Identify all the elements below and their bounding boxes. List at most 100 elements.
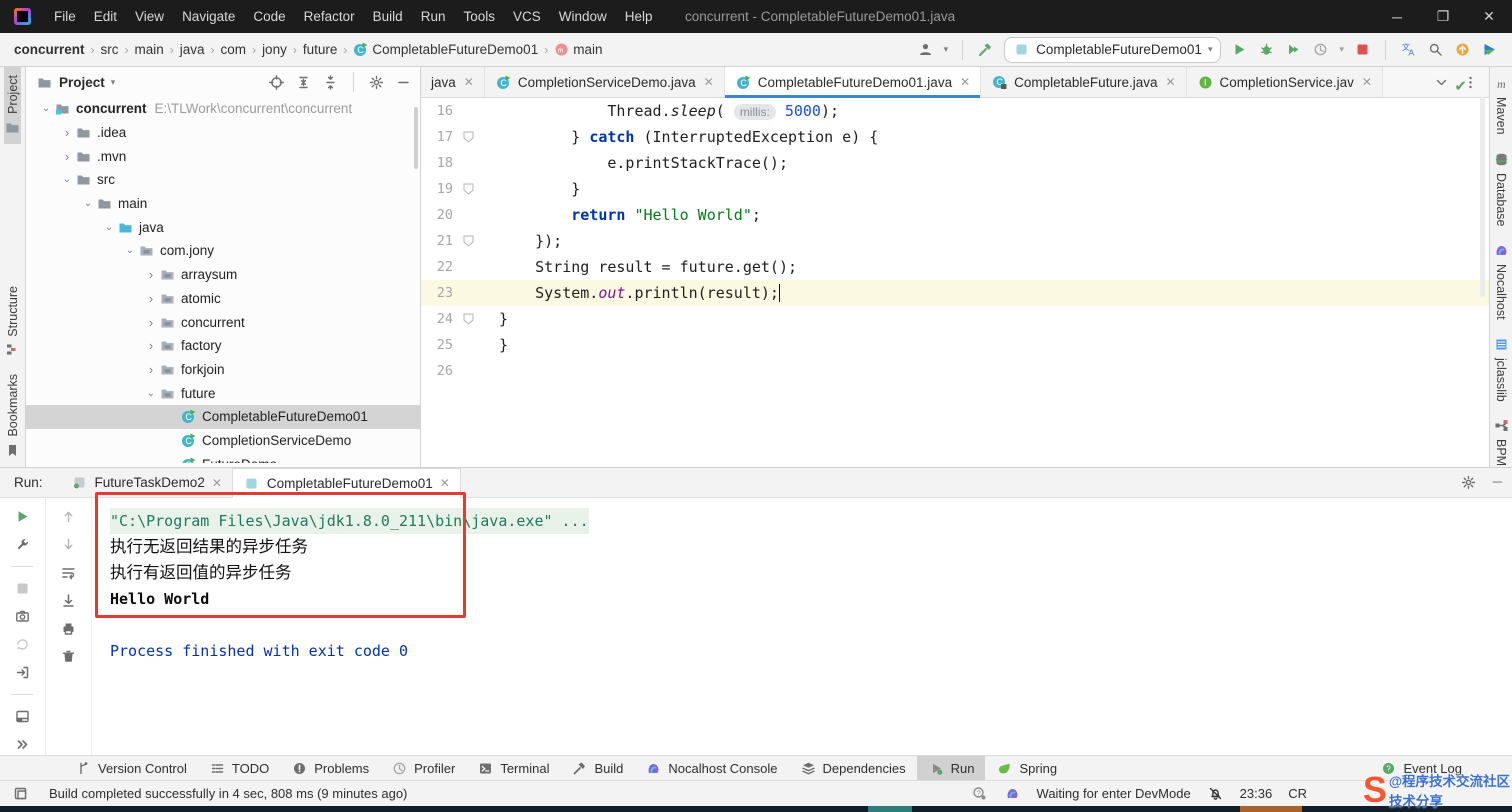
run-tab-futuretaskdemo2[interactable]: FutureTaskDemo2 ✕ (61, 468, 232, 498)
code-editor[interactable]: 16 Thread.sleep( millis: 5000); 17 } catc… (421, 98, 1489, 467)
menu-code[interactable]: Code (244, 0, 294, 33)
menu-build[interactable]: Build (364, 0, 412, 33)
menu-view[interactable]: View (126, 0, 173, 33)
code-line-23[interactable]: 23 System.out.println(result); (421, 280, 1489, 306)
tree-item-concurrent[interactable]: ⌄ concurrent E:\TLWork\concurrent\concurre… (26, 97, 420, 121)
tool-stripe-tab-jclasslib[interactable]: jclasslib (1493, 328, 1510, 410)
breadcrumb-item-future[interactable]: future (303, 42, 338, 57)
user-icon[interactable] (917, 41, 934, 58)
debug-icon[interactable] (1258, 41, 1275, 58)
toolwindow-button-todo[interactable]: TODO (198, 756, 280, 781)
tool-window-toggle-icon[interactable] (12, 785, 29, 802)
exit-icon[interactable] (14, 664, 31, 681)
tree-chevron-icon[interactable]: › (143, 362, 159, 377)
clear-icon[interactable] (60, 648, 77, 665)
code-line-18[interactable]: 18 e.printStackTrace(); (421, 150, 1489, 176)
thread-dump-icon[interactable] (14, 608, 31, 625)
tree-chevron-icon[interactable]: ⌄ (101, 222, 117, 233)
breadcrumb-item-main[interactable]: m main (554, 42, 602, 57)
menu-navigate[interactable]: Navigate (173, 0, 244, 33)
tree-chevron-icon[interactable]: › (59, 149, 75, 164)
menu-file[interactable]: File (45, 0, 85, 33)
menu-refactor[interactable]: Refactor (295, 0, 364, 33)
menu-vcs[interactable]: VCS (504, 0, 550, 33)
close-icon[interactable]: ✕ (1165, 75, 1175, 89)
project-panel-title[interactable]: Project ▾ (59, 75, 115, 90)
tree-item-future[interactable]: ⌄ future (26, 381, 420, 405)
profiler-icon[interactable] (1312, 41, 1329, 58)
toolwindow-button-run[interactable]: Run (916, 755, 986, 781)
tool-stripe-tab-bookmarks[interactable]: Bookmarks (4, 366, 21, 467)
stop-icon[interactable] (1354, 41, 1371, 58)
close-icon[interactable]: ✕ (1362, 75, 1372, 89)
coverage-icon[interactable] (1285, 41, 1302, 58)
restart-debug-icon[interactable] (14, 636, 31, 653)
tree-item--idea[interactable]: › .idea (26, 121, 420, 145)
tree-item-arraysum[interactable]: › arraysum (26, 263, 420, 287)
code-line-19[interactable]: 19 } (421, 176, 1489, 202)
expand-all-icon[interactable] (295, 74, 312, 91)
menu-window[interactable]: Window (550, 0, 616, 33)
translate-icon[interactable]: 文A (1400, 41, 1417, 58)
editor-tab-completionservicedemo-java[interactable]: C CompletionServiceDemo.java ✕ (484, 67, 725, 97)
stop-gray-icon[interactable] (14, 580, 31, 597)
toolwindow-button-terminal[interactable]: Terminal (466, 756, 560, 781)
tree-chevron-icon[interactable]: › (143, 291, 159, 306)
project-scrollbar[interactable] (414, 107, 418, 169)
breadcrumb-item-com[interactable]: com (221, 42, 247, 57)
maximize-button[interactable]: ❐ (1420, 0, 1466, 33)
chevron-down-icon[interactable]: ▾ (1339, 44, 1344, 55)
tree-chevron-icon[interactable]: › (59, 125, 75, 140)
code-line-17[interactable]: 17 } catch (InterruptedException e) { (421, 124, 1489, 150)
down-icon[interactable] (60, 536, 77, 553)
up-icon[interactable] (60, 508, 77, 525)
settings-icon[interactable] (368, 74, 385, 91)
rerun-icon[interactable] (14, 508, 31, 525)
print-icon[interactable] (60, 620, 77, 637)
run-tab-completablefuturedemo01[interactable]: CompletableFutureDemo01 ✕ (231, 467, 461, 498)
breadcrumb-item-main[interactable]: main (135, 42, 164, 57)
tree-item-concurrent[interactable]: › concurrent (26, 310, 420, 334)
more-icon[interactable] (14, 736, 31, 753)
tool-stripe-tab-maven[interactable]: m Maven (1493, 67, 1510, 143)
inspections-ok-icon[interactable]: ✔ (1454, 77, 1467, 95)
editor-tab-completablefuture-java[interactable]: C CompletableFuture.java ✕ (981, 67, 1187, 97)
tree-chevron-icon[interactable]: ⌄ (59, 174, 75, 185)
tree-chevron-icon[interactable]: ⌄ (143, 388, 159, 399)
edit-config-icon[interactable] (14, 536, 31, 553)
close-icon[interactable]: ✕ (464, 75, 474, 89)
status-message[interactable]: Build completed successfully in 4 sec, 8… (49, 786, 407, 801)
toolwindow-button-problems[interactable]: Problems (280, 756, 380, 781)
locate-icon[interactable] (268, 74, 285, 91)
editor-tab-completablefuturedemo01-java[interactable]: C CompletableFutureDemo01.java ✕ (724, 67, 982, 98)
code-line-16[interactable]: 16 Thread.sleep( millis: 5000); (421, 98, 1489, 124)
tree-chevron-icon[interactable]: ⌄ (80, 198, 96, 209)
code-line-26[interactable]: 26 (421, 358, 1489, 384)
hide-icon[interactable] (395, 74, 412, 91)
menu-tools[interactable]: Tools (454, 0, 504, 33)
editor-scrollbar[interactable] (1480, 97, 1485, 297)
help-gear-icon[interactable]: ? (971, 785, 988, 802)
breadcrumb-item-completablefuturedemo01[interactable]: C CompletableFutureDemo01 (353, 42, 538, 57)
close-icon[interactable]: ✕ (704, 75, 714, 89)
toolwindow-button-dependencies[interactable]: Dependencies (789, 756, 917, 781)
close-icon[interactable]: ✕ (212, 476, 222, 490)
editor-tab-java[interactable]: java ✕ (421, 67, 485, 97)
toolwindow-button-version-control[interactable]: Version Control (64, 756, 198, 781)
search-icon[interactable] (1427, 41, 1444, 58)
plugin-logo-icon[interactable] (1481, 41, 1498, 58)
minimize-button[interactable]: ─ (1374, 0, 1420, 33)
devmode-status[interactable]: Waiting for enter DevMode (1037, 786, 1191, 801)
code-line-20[interactable]: 20 return "Hello World"; (421, 202, 1489, 228)
tree-item-com-jony[interactable]: ⌄ com.jony (26, 239, 420, 263)
tool-stripe-tab-nocalhost[interactable]: Nocalhost (1493, 234, 1510, 328)
toolwindow-button-nocalhost-console[interactable]: Nocalhost Console (634, 756, 788, 781)
close-icon[interactable]: ✕ (960, 75, 970, 89)
breadcrumb-item-src[interactable]: src (101, 42, 119, 57)
collapse-all-icon[interactable] (322, 74, 339, 91)
run-icon[interactable] (1231, 41, 1248, 58)
code-line-21[interactable]: 21 }); (421, 228, 1489, 254)
tree-item-src[interactable]: ⌄ src (26, 168, 420, 192)
tree-chevron-icon[interactable]: ⌄ (122, 245, 138, 256)
tool-stripe-tab-structure[interactable]: Structure (4, 278, 21, 367)
